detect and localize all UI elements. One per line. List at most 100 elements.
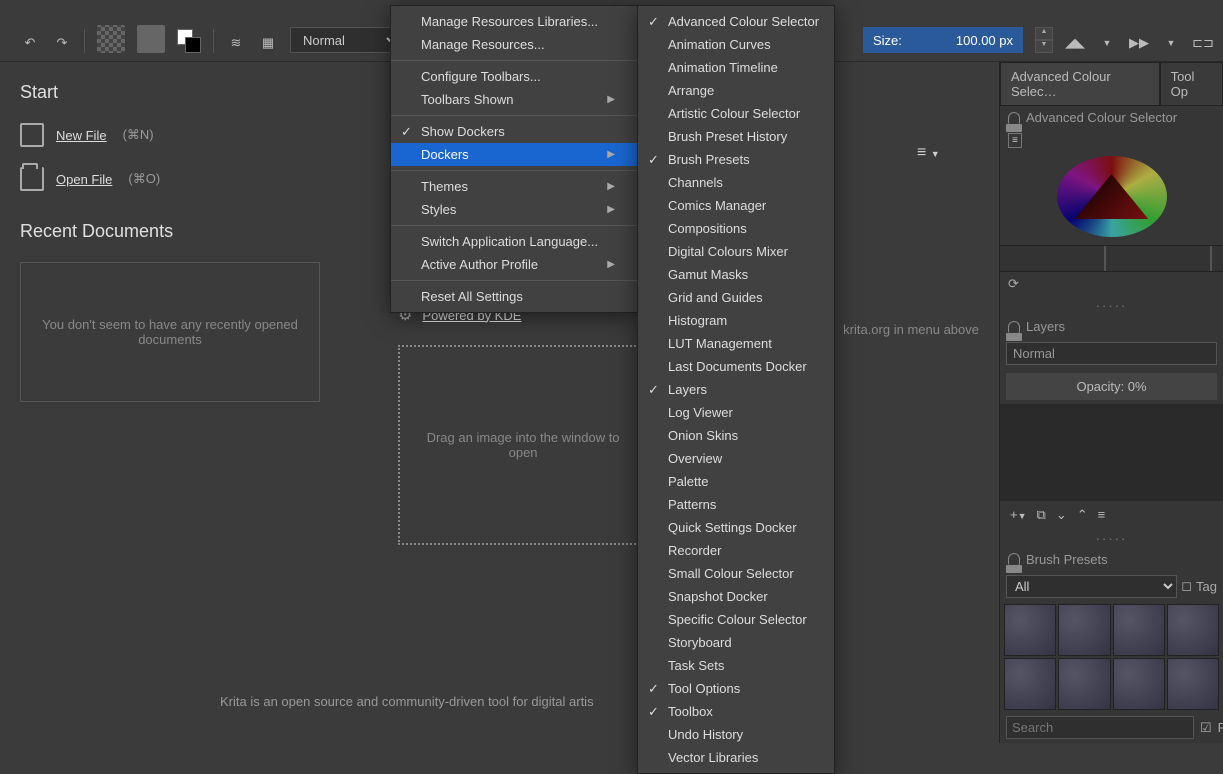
lock-icon[interactable]	[1008, 321, 1020, 333]
texture-swatch[interactable]	[137, 25, 165, 53]
brush-preset[interactable]	[1113, 658, 1165, 710]
menu-item-toolbox[interactable]: ✓Toolbox	[638, 700, 834, 723]
filter-checkbox[interactable]: ☑	[1200, 720, 1212, 736]
redo-icon[interactable]: ↷	[52, 33, 72, 53]
brush-preset[interactable]	[1058, 604, 1110, 656]
menu-item-layers[interactable]: ✓Layers	[638, 378, 834, 401]
menu-item-gamut-masks[interactable]: Gamut Masks	[638, 263, 834, 286]
menu-item-specific-colour-selector[interactable]: Specific Colour Selector	[638, 608, 834, 631]
menu-item-histogram[interactable]: Histogram	[638, 309, 834, 332]
pattern-swatch[interactable]	[97, 25, 125, 53]
view-mode-icon[interactable]: ≡ ▼	[917, 144, 940, 162]
menu-item-log-viewer[interactable]: Log Viewer	[638, 401, 834, 424]
menu-item-switch-application-language[interactable]: Switch Application Language...	[391, 230, 637, 253]
menu-item-styles[interactable]: Styles▶	[391, 198, 637, 221]
menu-item-task-sets[interactable]: Task Sets	[638, 654, 834, 677]
menu-item-reset-all-settings[interactable]: Reset All Settings	[391, 285, 637, 308]
panel-grip[interactable]: ·····	[1000, 296, 1223, 315]
tab-tool-options[interactable]: Tool Op	[1160, 62, 1223, 106]
brush-preset[interactable]	[1004, 604, 1056, 656]
menu-item-manage-resources[interactable]: Manage Resources...	[391, 33, 637, 56]
chevron-down-icon[interactable]: ▼	[1097, 33, 1117, 53]
menu-item-onion-skins[interactable]: Onion Skins	[638, 424, 834, 447]
menu-item-lut-management[interactable]: LUT Management	[638, 332, 834, 355]
layer-blend-select[interactable]: Normal	[1006, 342, 1217, 365]
menu-item-compositions[interactable]: Compositions	[638, 217, 834, 240]
menu-item-channels[interactable]: Channels	[638, 171, 834, 194]
color-sliders[interactable]	[1000, 245, 1223, 272]
wrap-icon[interactable]: ⊏⊐	[1193, 33, 1213, 53]
brush-preset[interactable]	[1058, 658, 1110, 710]
menu-item-animation-timeline[interactable]: Animation Timeline	[638, 56, 834, 79]
open-file-label[interactable]: Open File	[56, 172, 112, 187]
mirror-h-icon[interactable]: ◢◣	[1065, 33, 1085, 53]
menu-item-last-documents-docker[interactable]: Last Documents Docker	[638, 355, 834, 378]
panel-grip[interactable]: ·····	[1000, 529, 1223, 548]
lock-icon[interactable]	[1008, 112, 1020, 124]
menu-item-manage-resources-libraries[interactable]: Manage Resources Libraries...	[391, 10, 637, 33]
open-file-link[interactable]: Open File (⌘O)	[20, 167, 358, 191]
menu-item-recorder[interactable]: Recorder	[638, 539, 834, 562]
chevron-down-icon[interactable]: ▼	[1161, 33, 1181, 53]
menu-item-dockers[interactable]: Dockers▶	[391, 143, 637, 166]
menu-item-quick-settings-docker[interactable]: Quick Settings Docker	[638, 516, 834, 539]
menu-item-small-colour-selector[interactable]: Small Colour Selector	[638, 562, 834, 585]
opacity-slider[interactable]: Opacity: 0%	[1006, 373, 1217, 400]
menu-item-advanced-colour-selector[interactable]: ✓Advanced Colour Selector	[638, 10, 834, 33]
undo-icon[interactable]: ↶	[20, 33, 40, 53]
move-down-icon[interactable]: ⌄	[1056, 507, 1067, 523]
drop-zone[interactable]: Drag an image into the window to open	[398, 345, 648, 545]
bookmark-icon[interactable]: ◻	[1181, 578, 1192, 594]
brush-preset[interactable]	[1167, 604, 1219, 656]
layer-list[interactable]	[1000, 404, 1223, 500]
new-file-label[interactable]: New File	[56, 128, 107, 143]
tab-advanced-colour[interactable]: Advanced Colour Selec…	[1000, 62, 1160, 106]
move-up-icon[interactable]: ⌃	[1077, 507, 1088, 523]
tag-filter-select[interactable]: All	[1006, 575, 1177, 598]
new-file-link[interactable]: New File (⌘N)	[20, 123, 358, 147]
menu-item-toolbars-shown[interactable]: Toolbars Shown▶	[391, 88, 637, 111]
size-spinner[interactable]: ▲▼	[1035, 27, 1053, 53]
folder-icon	[20, 167, 44, 191]
brush-preset[interactable]	[1004, 658, 1056, 710]
menu-item-palette[interactable]: Palette	[638, 470, 834, 493]
fg-bg-swap-icon[interactable]	[177, 29, 201, 53]
duplicate-layer-icon[interactable]: ⧉	[1037, 507, 1046, 523]
menu-item-label: Storyboard	[668, 635, 732, 650]
menu-item-overview[interactable]: Overview	[638, 447, 834, 470]
menu-item-artistic-colour-selector[interactable]: Artistic Colour Selector	[638, 102, 834, 125]
color-wheel[interactable]	[1057, 156, 1167, 237]
menu-item-configure-toolbars[interactable]: Configure Toolbars...	[391, 65, 637, 88]
search-input[interactable]	[1006, 716, 1194, 739]
brush-preset[interactable]	[1167, 658, 1219, 710]
refresh-icon[interactable]: ⟳	[1000, 272, 1223, 296]
grid-icon[interactable]: ▦	[258, 33, 278, 53]
menu-item-animation-curves[interactable]: Animation Curves	[638, 33, 834, 56]
menu-item-label: Onion Skins	[668, 428, 738, 443]
menu-item-active-author-profile[interactable]: Active Author Profile▶	[391, 253, 637, 276]
menu-item-grid-and-guides[interactable]: Grid and Guides	[638, 286, 834, 309]
brush-preset[interactable]	[1113, 604, 1165, 656]
menu-item-vector-libraries[interactable]: Vector Libraries	[638, 746, 834, 769]
mirror-v-icon[interactable]: ▶▶	[1129, 33, 1149, 53]
brush-size-field[interactable]: Size: 100.00 px	[863, 27, 1023, 53]
menu-item-patterns[interactable]: Patterns	[638, 493, 834, 516]
menu-item-digital-colours-mixer[interactable]: Digital Colours Mixer	[638, 240, 834, 263]
menu-item-label: Gamut Masks	[668, 267, 748, 282]
check-icon: ✓	[648, 14, 659, 30]
menu-item-brush-preset-history[interactable]: Brush Preset History	[638, 125, 834, 148]
blend-mode-select[interactable]: Normal	[290, 27, 400, 53]
menu-item-tool-options[interactable]: ✓Tool Options	[638, 677, 834, 700]
menu-item-snapshot-docker[interactable]: Snapshot Docker	[638, 585, 834, 608]
properties-icon[interactable]: ≡	[1098, 507, 1106, 523]
menu-item-arrange[interactable]: Arrange	[638, 79, 834, 102]
menu-item-themes[interactable]: Themes▶	[391, 175, 637, 198]
menu-item-brush-presets[interactable]: ✓Brush Presets	[638, 148, 834, 171]
menu-item-show-dockers[interactable]: ✓Show Dockers	[391, 120, 637, 143]
lock-icon[interactable]	[1008, 553, 1020, 565]
add-layer-icon[interactable]: +▼	[1010, 507, 1027, 523]
curves-icon[interactable]: ≋	[226, 33, 246, 53]
settings-icon[interactable]: ≡	[1008, 133, 1022, 148]
menu-item-storyboard[interactable]: Storyboard	[638, 631, 834, 654]
menu-item-comics-manager[interactable]: Comics Manager	[638, 194, 834, 217]
